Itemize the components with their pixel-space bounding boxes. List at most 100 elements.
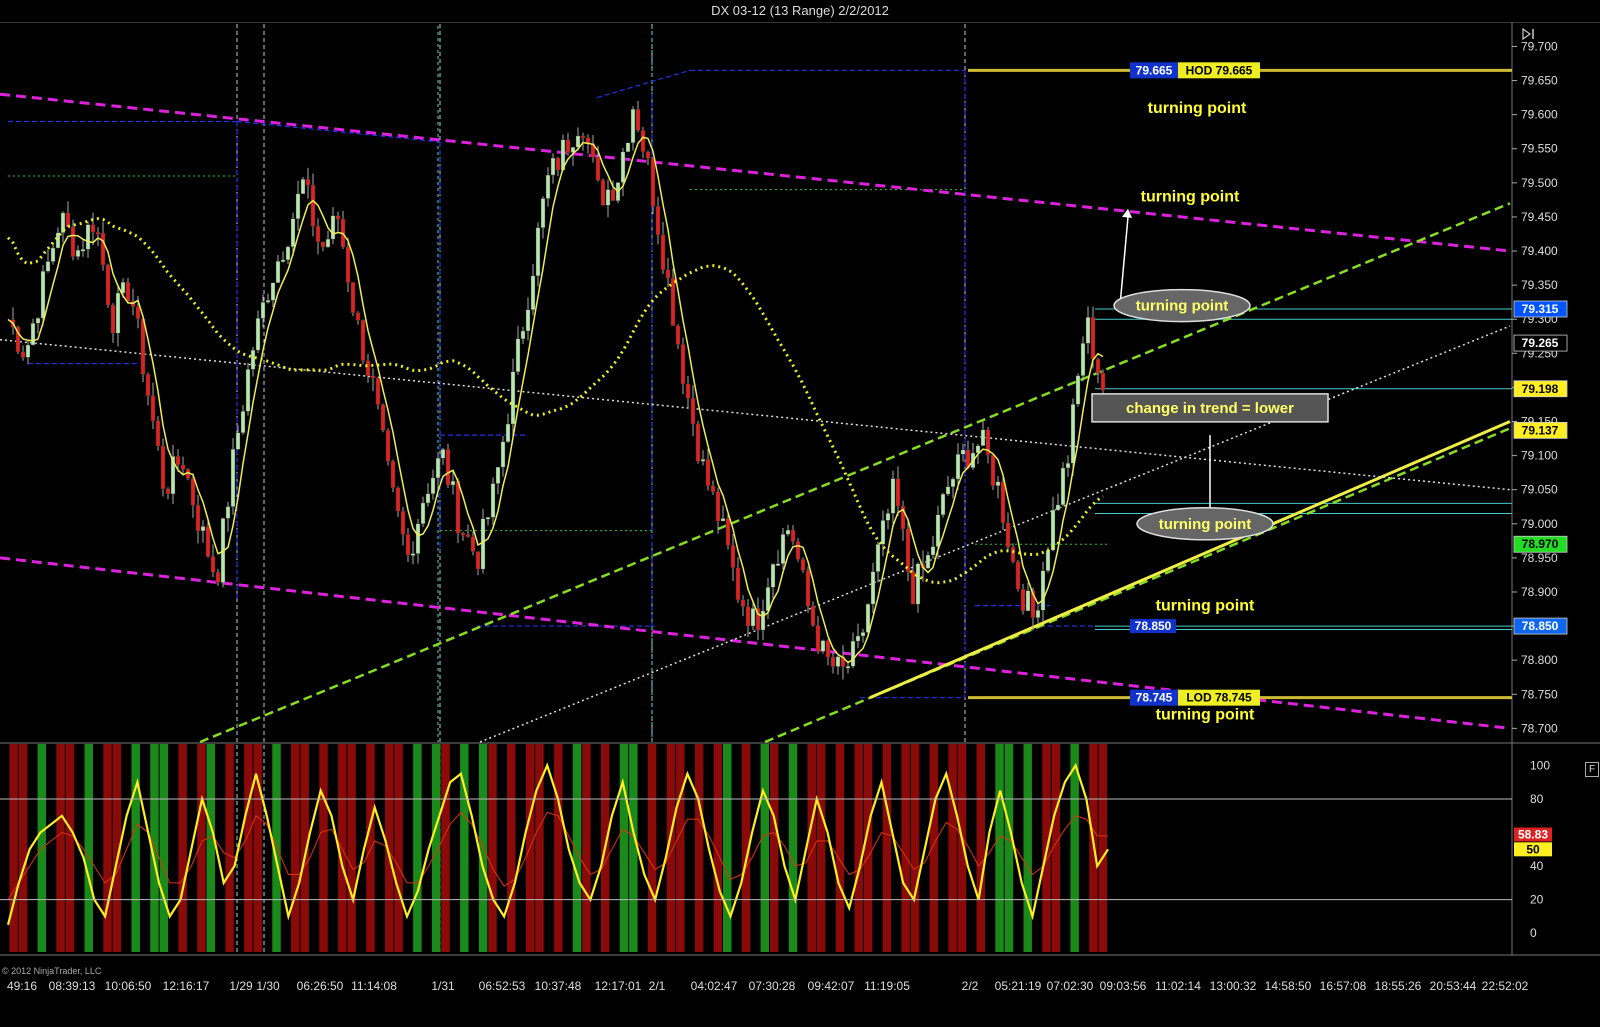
- candle-body: [545, 174, 551, 199]
- candle-body: [880, 520, 886, 545]
- candle-body: [550, 157, 556, 176]
- candle-body: [1090, 317, 1096, 360]
- candle-body: [705, 459, 711, 487]
- candle-body: [675, 325, 681, 345]
- candle-body: [695, 423, 701, 462]
- histogram-bar: [507, 744, 516, 952]
- candle-body: [180, 464, 186, 470]
- histogram-bar: [948, 744, 957, 952]
- candle-body: [505, 423, 511, 442]
- candle-body: [55, 232, 61, 249]
- candle-body: [195, 505, 201, 532]
- price-badge-label: 78.970: [1522, 537, 1559, 551]
- candle-body: [455, 480, 461, 534]
- scroll-end-icon[interactable]: [1521, 27, 1537, 41]
- annotations: turning point turning point turning point c…: [1091, 100, 1329, 724]
- candle-body: [1085, 317, 1091, 344]
- time-tick-label: 11:19:05: [864, 979, 910, 993]
- histogram-bar: [1023, 744, 1032, 952]
- candle-body: [720, 518, 726, 522]
- candle-body: [285, 246, 291, 261]
- candle-body: [390, 460, 396, 488]
- time-tick-label: 10:06:50: [105, 979, 152, 993]
- candle-body: [125, 281, 131, 302]
- candle-body: [785, 529, 791, 535]
- candle-body: [80, 249, 86, 252]
- candle-body: [745, 606, 751, 627]
- candle-body: [1070, 404, 1076, 464]
- candle-body: [100, 232, 106, 266]
- time-tick-label: 07:30:28: [749, 979, 796, 993]
- candle-body: [930, 546, 936, 556]
- candle-body: [205, 526, 211, 557]
- candle-body: [450, 480, 456, 486]
- time-tick-label: 2/2: [962, 979, 979, 993]
- candle-body: [860, 632, 866, 637]
- candle-body: [355, 312, 361, 321]
- candle-body: [645, 151, 651, 159]
- time-tick-label: 08:39:13: [49, 979, 96, 993]
- annotation-text: turning point: [1141, 188, 1240, 205]
- candle-body: [200, 526, 206, 532]
- candle-body: [760, 610, 766, 631]
- candle-body: [440, 449, 446, 459]
- time-tick-label: 22:52:02: [1482, 979, 1529, 993]
- arrow-up-line: [1119, 216, 1129, 306]
- candle-body: [795, 541, 801, 560]
- candle-body: [365, 360, 371, 376]
- histogram-bar: [131, 744, 140, 952]
- time-tick-label: 11:14:08: [351, 979, 397, 993]
- time-tick-label: 12:16:17: [163, 979, 210, 993]
- candle-body: [225, 506, 231, 519]
- candle-body: [875, 544, 881, 572]
- histogram-bar: [882, 744, 892, 952]
- panel-f-button[interactable]: F: [1585, 762, 1599, 777]
- time-tick-label: 1/31: [431, 979, 455, 993]
- candle-body: [90, 224, 96, 233]
- candle-body: [115, 292, 121, 334]
- candle-body: [655, 206, 661, 236]
- candle-body: [30, 323, 36, 346]
- price-tick-label: 79.350: [1521, 278, 1558, 292]
- histogram-bar: [18, 744, 28, 952]
- hod-lod-text: HOD 79.665: [1186, 63, 1253, 77]
- price-badge-label: 79.198: [1522, 382, 1559, 396]
- candle-body: [1000, 481, 1006, 524]
- price-tick-label: 79.600: [1521, 108, 1558, 122]
- candle-body: [1010, 547, 1016, 562]
- histogram-bar: [206, 744, 216, 952]
- candle-body: [480, 518, 486, 570]
- candle-body: [535, 227, 541, 277]
- candle-body: [700, 459, 706, 462]
- histogram-bar: [995, 744, 1004, 952]
- candle-body: [75, 249, 81, 257]
- candle-body: [415, 523, 421, 554]
- histogram-bar: [441, 744, 450, 952]
- time-tick-label: 06:52:53: [479, 979, 526, 993]
- candle-body: [935, 514, 941, 547]
- histogram-bar: [647, 744, 657, 952]
- hod-lod-text: LOD 78.745: [1186, 691, 1252, 705]
- candle-body: [485, 517, 491, 520]
- osc-tick-label: 0: [1530, 926, 1537, 940]
- annotation-text: turning point: [1148, 100, 1247, 117]
- candle-body: [620, 151, 626, 183]
- candle-body: [1025, 590, 1031, 612]
- candle-body: [660, 234, 666, 271]
- osc-tick-label: 80: [1530, 792, 1544, 806]
- candle-body: [940, 493, 946, 515]
- candle-body: [375, 378, 381, 405]
- histogram-bar: [629, 744, 638, 952]
- candle-body: [1075, 375, 1081, 405]
- candle-body: [410, 553, 416, 556]
- osc-badge-label: 50: [1526, 842, 1540, 856]
- time-tick-label: 49:16: [7, 979, 37, 993]
- chart-canvas[interactable]: 79.700 79.650 79.600 79.550 79.500 79.450 79.4…: [0, 0, 1600, 1027]
- histogram-bar: [225, 744, 234, 952]
- histogram-bar: [291, 744, 300, 952]
- histogram-bar: [394, 744, 403, 952]
- candle-body: [320, 241, 326, 248]
- candle-body: [325, 238, 331, 248]
- candle-body: [790, 529, 796, 542]
- candle-body: [955, 454, 961, 480]
